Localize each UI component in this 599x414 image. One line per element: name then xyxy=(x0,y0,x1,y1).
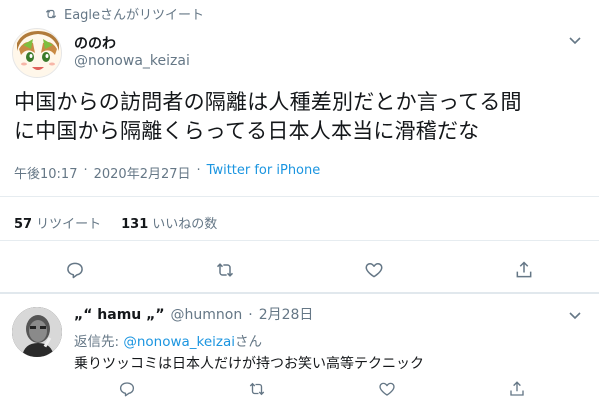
chevron-down-icon[interactable] xyxy=(569,34,581,49)
divider xyxy=(0,240,599,241)
reply-icon xyxy=(67,262,83,279)
tweet-text-line: 中国からの訪問者の隔離は人種差別だとか言ってる間 xyxy=(14,90,522,114)
retweet-stat[interactable]: 57 リツイート xyxy=(14,213,101,232)
display-name[interactable]: ののわ xyxy=(74,33,116,53)
share-button[interactable] xyxy=(452,378,582,400)
meta-separator: · xyxy=(196,163,201,178)
reply-text: 乗りツッコミは日本人だけが持つお笑い高等テクニック xyxy=(74,356,424,372)
share-button[interactable] xyxy=(449,258,599,282)
display-name[interactable]: „“ hamu „” xyxy=(74,307,165,323)
avatar[interactable] xyxy=(12,307,62,357)
reply-context: 返信先: @nonowa_keizaiさん xyxy=(74,330,262,350)
retweet-stat-label: リツイート xyxy=(36,217,102,232)
like-stat-label: いいねの数 xyxy=(152,217,218,232)
like-stat[interactable]: 131 いいねの数 xyxy=(121,213,217,232)
divider xyxy=(0,292,599,294)
divider xyxy=(0,196,599,197)
share-icon xyxy=(516,261,532,278)
chevron-down-icon[interactable] xyxy=(569,309,581,324)
like-button[interactable] xyxy=(300,258,450,282)
tweet-time[interactable]: 午後10:17 xyxy=(14,163,77,182)
like-icon xyxy=(365,263,383,278)
like-button[interactable] xyxy=(322,378,452,400)
reply-button[interactable] xyxy=(0,258,150,282)
retweet-context: Eagleさんがリツイート xyxy=(44,4,204,23)
like-icon xyxy=(379,382,395,396)
user-handle[interactable]: @nonowa_keizai xyxy=(74,53,190,69)
reply-prefix: 返信先: xyxy=(74,334,124,350)
tweet-meta: 午後10:17 · 2020年2月27日 · Twitter for iPhon… xyxy=(14,163,320,182)
tweet-date[interactable]: 2月28日 xyxy=(259,304,314,324)
reply-header: „“ hamu „” @humnon · 2月28日 xyxy=(74,304,313,324)
retweet-icon xyxy=(216,263,233,277)
retweet-count: 57 xyxy=(14,217,33,232)
tweet-stats: 57 リツイート 131 いいねの数 xyxy=(14,213,217,232)
retweet-label[interactable]: Eagleさんがリツイート xyxy=(64,4,204,23)
retweet-icon xyxy=(249,382,265,396)
reply-handle-link[interactable]: @nonowa_keizai xyxy=(123,334,235,350)
tweet-text: 中国からの訪問者の隔離は人種差別だとか言ってる間 に中国から隔離くらってる日本人… xyxy=(14,88,589,146)
share-icon xyxy=(510,381,524,396)
like-count: 131 xyxy=(121,217,149,232)
user-handle[interactable]: @humnon xyxy=(171,307,243,323)
tweet-date[interactable]: 2020年2月27日 xyxy=(94,163,191,182)
meta-separator: · xyxy=(83,163,88,178)
tweet-text-line: に中国から隔離くらってる日本人本当に滑稽だな xyxy=(14,119,480,143)
reply-button[interactable] xyxy=(62,378,192,400)
retweet-button[interactable] xyxy=(150,258,300,282)
tweet-actions xyxy=(0,258,599,282)
tweet-source-link[interactable]: Twitter for iPhone xyxy=(207,163,321,182)
reply-icon xyxy=(119,382,135,397)
reply-actions xyxy=(62,378,582,400)
meta-separator: · xyxy=(248,307,253,323)
avatar[interactable] xyxy=(12,28,62,78)
reply-suffix: さん xyxy=(235,334,263,350)
retweet-icon xyxy=(45,9,57,18)
retweet-button[interactable] xyxy=(192,378,322,400)
